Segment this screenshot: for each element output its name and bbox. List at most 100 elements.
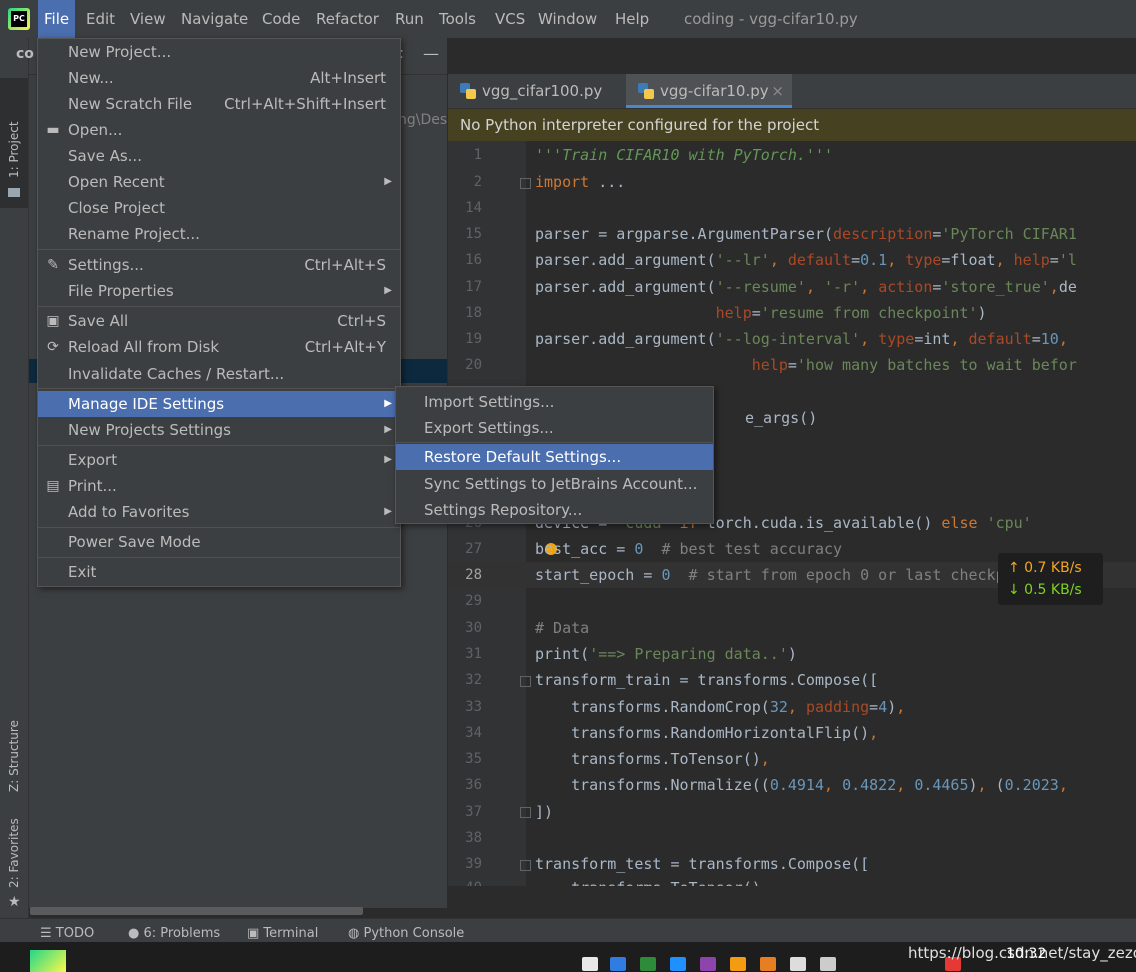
line-number: 14 (465, 200, 482, 216)
menu-help[interactable]: Help (609, 0, 655, 38)
printer-icon: ▤ (46, 478, 60, 494)
tray-app-icon[interactable] (700, 957, 716, 971)
project-title: co (16, 46, 34, 62)
menu-item-add-to-favorites[interactable]: Add to Favorites ▶ (38, 499, 400, 525)
tray-app-icon[interactable] (582, 957, 598, 971)
line-number: 31 (465, 646, 482, 662)
upload-speed: ↑ 0.7 KB/s (1008, 560, 1082, 576)
structure-tool-tab[interactable]: Z: Structure (0, 688, 28, 798)
menu-item-save-all[interactable]: ▣ Save All Ctrl+S (38, 308, 400, 334)
menu-item-restore-default-settings[interactable]: Restore Default Settings... (396, 444, 713, 470)
menu-item-power-save-mode[interactable]: Power Save Mode (38, 529, 400, 555)
menu-item-print[interactable]: ▤ Print... (38, 473, 400, 499)
project-tool-tab[interactable]: 1: Project (0, 78, 28, 208)
code-line: transforms.Normalize((0.4914, 0.4822, 0.… (535, 776, 1068, 794)
code-line: parser = argparse.ArgumentParser(descrip… (535, 225, 1077, 243)
menu-item-rename-project[interactable]: Rename Project... (38, 221, 400, 247)
line-number: 18 (465, 305, 482, 321)
minimize-icon[interactable]: — (423, 44, 439, 63)
menu-item-new-project[interactable]: New Project... (38, 39, 400, 65)
warning-icon: ● (128, 926, 144, 941)
menu-item-reload-all[interactable]: ⟳ Reload All from Disk Ctrl+Alt+Y (38, 334, 400, 360)
menu-file[interactable]: File (38, 0, 76, 38)
code-line: help='resume from checkpoint') (715, 304, 987, 322)
python-icon: ◍ (348, 926, 364, 941)
reload-icon: ⟳ (47, 339, 59, 355)
menu-item-sync-settings[interactable]: Sync Settings to JetBrains Account... (396, 471, 713, 497)
menu-item-export[interactable]: Export ▶ (38, 447, 400, 473)
menu-item-import-settings[interactable]: Import Settings... (396, 389, 713, 415)
close-tab-icon[interactable]: × (771, 74, 784, 108)
menu-refactor[interactable]: Refactor (310, 0, 385, 38)
menu-separator (38, 388, 400, 389)
menu-view[interactable]: View (124, 0, 172, 38)
star-icon: ★ (8, 894, 21, 910)
line-number: 40 (448, 875, 482, 886)
pycharm-taskbar-icon[interactable] (30, 950, 66, 972)
code-line: start_epoch = 0 # start from epoch 0 or … (535, 566, 1077, 584)
line-number: 19 (465, 331, 482, 347)
menu-edit[interactable]: Edit (80, 0, 121, 38)
line-number: 1 (473, 147, 482, 163)
menu-item-manage-ide-settings[interactable]: Manage IDE Settings ▶ (38, 391, 400, 417)
menu-separator (38, 306, 400, 307)
line-number: 16 (465, 252, 482, 268)
menu-item-invalidate-caches[interactable]: Invalidate Caches / Restart... (38, 361, 400, 387)
tab-label: vgg_cifar100.py (482, 82, 603, 100)
menu-separator (396, 442, 713, 443)
tray-app-icon[interactable] (760, 957, 776, 971)
tray-app-icon[interactable] (640, 957, 656, 971)
menu-item-new[interactable]: New... Alt+Insert (38, 65, 400, 91)
line-number: 34 (465, 725, 482, 741)
menu-vcs[interactable]: VCS (489, 0, 531, 38)
fold-marker[interactable] (520, 676, 531, 687)
tray-app-icon[interactable] (730, 957, 746, 971)
menu-item-new-projects-settings[interactable]: New Projects Settings ▶ (38, 417, 400, 443)
menu-navigate[interactable]: Navigate (175, 0, 254, 38)
menu-tools[interactable]: Tools (433, 0, 482, 38)
folder-icon (8, 188, 20, 197)
code-line: transforms.RandomHorizontalFlip(), (535, 724, 879, 742)
menu-item-new-scratch-file[interactable]: New Scratch File Ctrl+Alt+Shift+Insert (38, 91, 400, 117)
fold-marker[interactable] (520, 860, 531, 871)
tray-app-icon[interactable] (790, 957, 806, 971)
project-horizontal-scrollbar[interactable] (30, 907, 363, 915)
favorites-tool-tab[interactable]: 2: Favorites ★ (0, 808, 28, 910)
tray-app-icon[interactable] (820, 957, 836, 971)
line-number: 30 (465, 620, 482, 636)
menu-item-open-recent[interactable]: Open Recent ▶ (38, 169, 400, 195)
menu-run[interactable]: Run (389, 0, 430, 38)
line-number: 27 (465, 541, 482, 557)
fold-marker[interactable] (520, 178, 531, 189)
manage-ide-settings-submenu: Import Settings... Export Settings... Re… (395, 386, 714, 524)
tab-vgg-cifar10[interactable]: vgg-cifar10.py × (626, 74, 792, 108)
code-line: best_acc = 0 # best test accuracy (535, 540, 843, 558)
tray-app-icon[interactable] (610, 957, 626, 971)
code-line: transform_test = transforms.Compose([ (535, 855, 870, 873)
fold-marker[interactable] (520, 807, 531, 818)
list-icon: ☰ (40, 926, 56, 941)
line-number: 2 (473, 174, 482, 190)
line-number: 15 (465, 226, 482, 242)
code-line: '''Train CIFAR10 with PyTorch.''' (535, 146, 834, 164)
menu-code[interactable]: Code (256, 0, 306, 38)
menu-item-export-settings[interactable]: Export Settings... (396, 415, 713, 441)
menu-separator (38, 527, 400, 528)
menu-item-save-as[interactable]: Save As... (38, 143, 400, 169)
code-line: transforms.ToTensor(), (535, 875, 770, 886)
menu-item-file-properties[interactable]: File Properties ▶ (38, 278, 400, 304)
menu-item-settings-repository[interactable]: Settings Repository... (396, 497, 713, 523)
menu-window[interactable]: Window (532, 0, 603, 38)
line-number: 33 (465, 699, 482, 715)
submenu-arrow-icon: ▶ (384, 454, 392, 465)
tray-app-icon[interactable] (670, 957, 686, 971)
menu-item-settings[interactable]: ✎ Settings... Ctrl+Alt+S (38, 252, 400, 278)
menu-item-exit[interactable]: Exit (38, 559, 400, 585)
python-file-icon (460, 83, 476, 99)
line-number: 35 (465, 751, 482, 767)
menu-item-open[interactable]: ▬ Open... (38, 117, 400, 143)
menu-separator (38, 557, 400, 558)
code-line: help='how many batches to wait befor (751, 356, 1077, 374)
menu-item-close-project[interactable]: Close Project (38, 195, 400, 221)
left-tool-strip: 1: Project Z: Structure 2: Favorites ★ (0, 38, 29, 918)
